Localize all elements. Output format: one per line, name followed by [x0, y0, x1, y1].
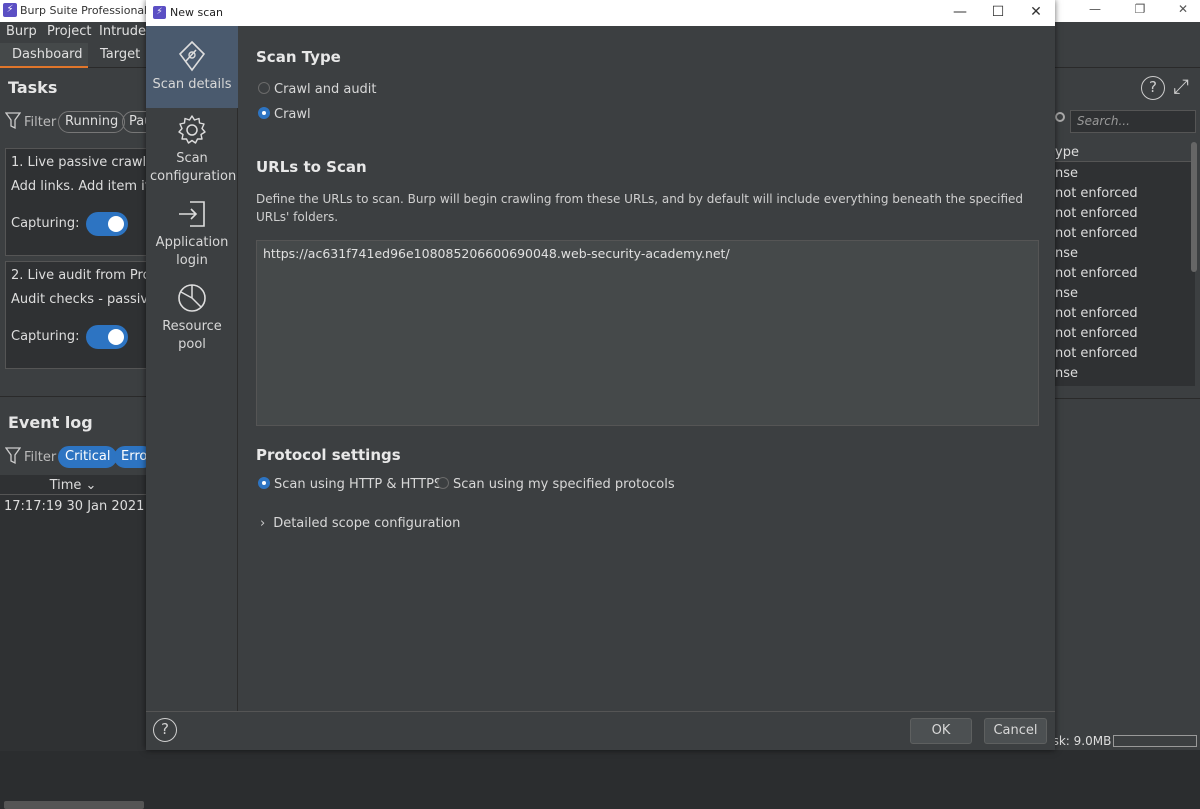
nav-resource-pool[interactable]: Resource pool — [146, 282, 238, 354]
filter-icon[interactable] — [5, 447, 21, 465]
restore-icon[interactable]: ❐ — [1125, 2, 1155, 16]
task-card[interactable]: 2. Live audit from Proxy Audit checks - … — [5, 261, 166, 369]
scan-type-heading: Scan Type — [256, 48, 341, 66]
radio-label: Crawl and audit — [274, 82, 377, 97]
tasks-heading: Tasks — [8, 78, 58, 97]
urls-textarea[interactable]: https://ac631f741ed96e108085206600690048… — [256, 240, 1039, 426]
chevron-right-icon: › — [260, 516, 266, 531]
help-icon[interactable]: ? — [1141, 76, 1165, 100]
event-log-table: Time ⌄ 17:17:19 30 Jan 2021 — [0, 475, 146, 809]
filter-icon[interactable] — [5, 112, 21, 130]
task-title: 1. Live passive crawl fro — [11, 155, 168, 170]
login-icon — [179, 201, 205, 227]
type-column-header[interactable]: ype — [1055, 142, 1195, 162]
search-icon — [1055, 112, 1065, 122]
radio-crawl[interactable]: Crawl — [258, 107, 311, 122]
task-card[interactable]: 1. Live passive crawl fro Add links. Add… — [5, 148, 168, 256]
disk-usage-bar — [1113, 735, 1197, 747]
dialog-footer: ? OK Cancel — [146, 711, 1055, 750]
issue-row[interactable]: not enforced — [1055, 346, 1138, 361]
tasks-filter-label[interactable]: Filter — [24, 115, 56, 130]
help-icon[interactable]: ? — [153, 718, 177, 742]
nav-label: Resource pool — [162, 319, 222, 352]
issue-row[interactable]: not enforced — [1055, 306, 1138, 321]
radio-http-https[interactable]: Scan using HTTP & HTTPS — [258, 477, 442, 492]
task-title: 2. Live audit from Proxy — [11, 268, 166, 283]
radio-specified-protocols[interactable]: Scan using my specified protocols — [437, 477, 675, 492]
new-scan-dialog: ⚡ New scan — ☐ ✕ Scan details Scan confi… — [146, 0, 1055, 750]
filter-pill-critical[interactable]: Critical — [58, 446, 118, 468]
radio-label: Scan using HTTP & HTTPS — [274, 477, 443, 492]
vertical-scrollbar[interactable] — [1191, 142, 1197, 272]
dialog-titlebar: ⚡ New scan — ☐ ✕ — [146, 0, 1055, 26]
issue-row[interactable]: not enforced — [1055, 326, 1138, 341]
nav-scan-configuration[interactable]: Scan configuration — [146, 114, 238, 186]
task-subtitle: Add links. Add item itsel — [11, 179, 169, 194]
menu-burp[interactable]: Burp — [6, 24, 37, 39]
capturing-label: Capturing: — [11, 216, 80, 231]
nav-label: Application login — [155, 235, 229, 268]
tab-target[interactable]: Target — [88, 43, 152, 68]
dialog-nav: Scan details Scan configuration Applicat… — [146, 26, 238, 711]
event-log-panel: Event log Filter Critical Erro Time ⌄ 17… — [0, 396, 154, 809]
nav-label: Scan configuration — [150, 151, 237, 184]
menu-project[interactable]: Project — [47, 24, 91, 39]
event-log-heading: Event log — [8, 413, 93, 432]
expand-icon[interactable]: ⤢ — [1173, 74, 1189, 98]
detailed-scope-toggle[interactable]: › Detailed scope configuration — [260, 516, 460, 531]
issue-row[interactable]: not enforced — [1055, 186, 1138, 201]
horizontal-scrollbar[interactable] — [4, 801, 144, 809]
protocol-heading: Protocol settings — [256, 446, 401, 464]
urls-heading: URLs to Scan — [256, 158, 367, 176]
burp-logo-icon: ⚡ — [153, 6, 166, 19]
radio-crawl-and-audit[interactable]: Crawl and audit — [258, 82, 377, 97]
radio-button[interactable] — [437, 477, 449, 489]
time-column-header[interactable]: Time ⌄ — [0, 475, 146, 495]
nav-label: Scan details — [152, 77, 232, 92]
filter-pill-running[interactable]: Running — [58, 111, 126, 133]
event-filter-label[interactable]: Filter — [24, 450, 56, 465]
cancel-button[interactable]: Cancel — [984, 718, 1047, 744]
event-row-time[interactable]: 17:17:19 30 Jan 2021 — [4, 499, 144, 514]
scan-details-content: Scan Type Crawl and audit Crawl URLs to … — [239, 26, 1055, 711]
minimize-icon[interactable]: — — [945, 4, 975, 20]
close-icon[interactable]: ✕ — [1021, 4, 1051, 20]
nav-scan-details[interactable]: Scan details — [146, 26, 238, 108]
pie-chart-icon — [178, 284, 206, 312]
dashboard-right-panel: ? ⤢ Search... ype nse not enforced not e… — [1040, 68, 1200, 750]
dialog-title: New scan — [170, 6, 223, 19]
urls-description: Define the URLs to scan. Burp will begin… — [256, 192, 1024, 224]
close-icon[interactable]: ✕ — [1168, 2, 1198, 16]
issue-row[interactable]: nse — [1055, 366, 1078, 381]
radio-label: Crawl — [274, 107, 311, 122]
minimize-icon[interactable]: — — [1080, 2, 1110, 16]
capturing-label: Capturing: — [11, 329, 80, 344]
task-subtitle: Audit checks - passive — [11, 292, 157, 307]
capturing-toggle[interactable] — [86, 325, 128, 349]
issue-row[interactable]: nse — [1055, 246, 1078, 261]
radio-button[interactable] — [258, 82, 270, 94]
target-icon — [178, 40, 206, 72]
burp-logo-icon: ⚡ — [3, 3, 17, 17]
menu-intruder[interactable]: Intruder — [99, 24, 151, 39]
radio-button[interactable] — [258, 107, 270, 119]
radio-label: Scan using my specified protocols — [453, 477, 675, 492]
capturing-toggle[interactable] — [86, 212, 128, 236]
issue-row[interactable]: nse — [1055, 166, 1078, 181]
dashboard-left-panel: Tasks Filter Running Pau 1. Live passive… — [0, 68, 168, 809]
tab-dashboard[interactable]: Dashboard — [0, 43, 88, 68]
nav-application-login[interactable]: Application login — [146, 198, 238, 270]
gear-icon — [178, 115, 206, 144]
issue-row[interactable]: not enforced — [1055, 206, 1138, 221]
issue-row[interactable]: nse — [1055, 286, 1078, 301]
ok-button[interactable]: OK — [910, 718, 972, 744]
issue-row[interactable]: not enforced — [1055, 266, 1138, 281]
radio-button[interactable] — [258, 477, 270, 489]
issues-table: ype nse not enforced not enforced not en… — [1055, 142, 1195, 386]
issues-search-input[interactable]: Search... — [1070, 110, 1196, 133]
scope-label: Detailed scope configuration — [273, 516, 461, 531]
issue-row[interactable]: not enforced — [1055, 226, 1138, 241]
maximize-icon[interactable]: ☐ — [983, 4, 1013, 20]
divider — [1055, 398, 1200, 399]
